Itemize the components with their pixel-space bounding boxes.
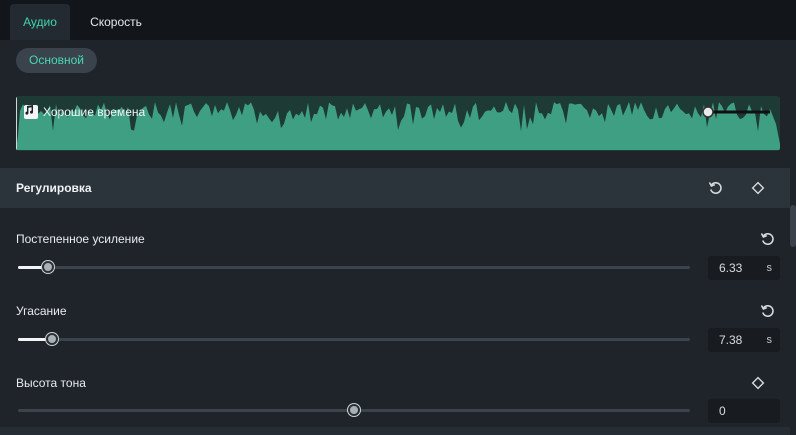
keyframe-diamond-icon[interactable] xyxy=(748,178,768,198)
pitch-slider[interactable] xyxy=(18,404,690,416)
fade-out-input[interactable]: 7.38 s xyxy=(708,328,780,352)
next-section-edge xyxy=(0,427,790,435)
fade-out-label: Угасание xyxy=(16,304,67,318)
keyframe-diamond-icon[interactable] xyxy=(748,373,768,393)
tab-audio[interactable]: Аудио xyxy=(10,4,70,40)
playhead xyxy=(16,96,17,151)
audio-waveform[interactable]: Хорошие времена xyxy=(16,96,780,151)
fade-out-value: 7.38 xyxy=(719,333,743,347)
fade-out-slider[interactable] xyxy=(18,333,690,345)
tab-speed[interactable]: Скорость xyxy=(78,4,154,40)
reset-icon[interactable] xyxy=(706,178,726,198)
fade-in-label: Постепенное усиление xyxy=(16,232,145,246)
reset-icon[interactable] xyxy=(758,229,778,249)
fade-in-slider-thumb[interactable] xyxy=(42,261,55,273)
music-note-icon xyxy=(24,105,38,119)
tab-bar: Аудио Скорость xyxy=(0,0,796,40)
reset-icon[interactable] xyxy=(758,301,778,321)
fade-out-slider-thumb[interactable] xyxy=(45,333,58,345)
fade-in-value: 6.33 xyxy=(719,261,743,275)
pitch-slider-thumb[interactable] xyxy=(348,404,360,416)
section-title: Регулировка xyxy=(16,181,92,195)
pitch-label: Высота тона xyxy=(16,376,86,390)
fade-in-input[interactable]: 6.33 s xyxy=(708,256,780,280)
clip-title: Хорошие времена xyxy=(24,105,145,119)
pitch-input[interactable]: 0 xyxy=(708,399,780,423)
fade-out-unit: s xyxy=(766,334,773,346)
fade-in-slider[interactable] xyxy=(18,261,690,273)
pitch-value: 0 xyxy=(719,404,726,418)
volume-knob[interactable] xyxy=(702,106,714,118)
scrollbar[interactable] xyxy=(790,205,796,247)
fade-in-unit: s xyxy=(766,262,773,274)
adjustment-section-header: Регулировка xyxy=(0,168,790,208)
clip-title-text: Хорошие времена xyxy=(43,105,146,119)
basic-chip[interactable]: Основной xyxy=(16,48,98,73)
